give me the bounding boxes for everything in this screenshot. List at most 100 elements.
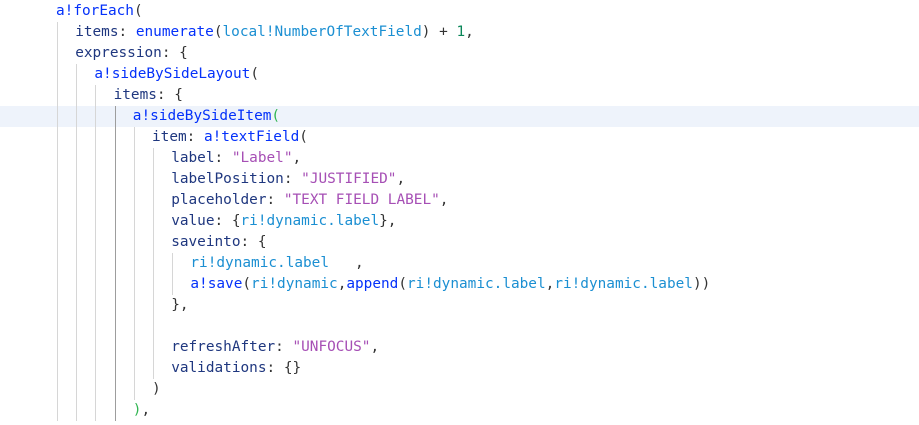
code-line[interactable]: a!save(ri!dynamic,append(ri!dynamic.labe… bbox=[0, 274, 919, 295]
indent-guide bbox=[76, 379, 78, 400]
code-token: a!forEach bbox=[56, 3, 134, 19]
indent-guide bbox=[57, 316, 58, 337]
indent-guide bbox=[114, 337, 116, 358]
code-line[interactable]: label: "Label", bbox=[0, 148, 919, 169]
code-token: ) + bbox=[421, 24, 457, 40]
indent-guide bbox=[133, 169, 135, 190]
indent-guide bbox=[95, 169, 97, 190]
indent-guide bbox=[153, 295, 154, 316]
code-token: ( bbox=[133, 3, 143, 19]
indent-guide bbox=[76, 106, 78, 127]
indent-guide bbox=[57, 232, 58, 253]
indent-guide bbox=[57, 148, 58, 169]
indent-guide bbox=[76, 64, 78, 85]
indent-guide bbox=[57, 22, 58, 43]
indent-guide bbox=[57, 379, 58, 400]
indent-guide bbox=[57, 295, 58, 316]
indent-guide bbox=[172, 253, 174, 274]
code-line[interactable]: items: { bbox=[0, 85, 919, 106]
code-token: a!save bbox=[190, 276, 243, 292]
code-token: : { bbox=[240, 234, 267, 250]
code-token: enumerate bbox=[135, 24, 214, 40]
indent-guide bbox=[172, 274, 174, 295]
code-token: ( bbox=[299, 129, 308, 145]
code-line[interactable]: ), bbox=[0, 400, 919, 421]
code-line[interactable] bbox=[0, 316, 919, 337]
indent-guide bbox=[153, 211, 154, 232]
code-token: a!sideBySideItem bbox=[132, 108, 272, 124]
code-line[interactable]: a!forEach( bbox=[0, 1, 919, 22]
code-editor[interactable]: a!forEach(items: enumerate(local!NumberO… bbox=[0, 0, 919, 425]
code-token: expression bbox=[75, 45, 162, 61]
code-line[interactable]: item: a!textField( bbox=[0, 127, 919, 148]
code-text: ) bbox=[152, 379, 161, 400]
code-token: , bbox=[141, 402, 151, 418]
code-token: a!textField bbox=[203, 129, 300, 145]
code-text: item: a!textField( bbox=[152, 127, 308, 148]
code-token: , bbox=[370, 339, 380, 355]
code-token: "Label" bbox=[231, 150, 293, 166]
code-token: : { bbox=[161, 45, 188, 61]
code-line[interactable]: a!sideBySideLayout( bbox=[0, 64, 919, 85]
indent-guide bbox=[95, 211, 97, 232]
code-line[interactable]: validations: {} bbox=[0, 358, 919, 379]
indent-guide bbox=[153, 274, 154, 295]
indent-guide bbox=[95, 253, 97, 274]
indent-guide bbox=[133, 148, 135, 169]
code-text: labelPosition: "JUSTIFIED", bbox=[171, 169, 405, 190]
code-token: placeholder bbox=[171, 192, 267, 208]
code-line[interactable]: placeholder: "TEXT FIELD LABEL", bbox=[0, 190, 919, 211]
indent-guide bbox=[95, 127, 97, 148]
code-token: a!sideBySideLayout bbox=[94, 66, 251, 82]
code-text: label: "Label", bbox=[171, 148, 301, 169]
code-line[interactable]: refreshAfter: "UNFOCUS", bbox=[0, 337, 919, 358]
indent-guide bbox=[153, 169, 154, 190]
indent-guide bbox=[114, 316, 116, 337]
code-token: ri!dynamic bbox=[251, 276, 338, 292]
code-token: "TEXT FIELD LABEL" bbox=[283, 192, 440, 208]
indent-guide bbox=[133, 190, 135, 211]
code-token: ri!dynamic.label bbox=[240, 213, 380, 229]
indent-guide bbox=[133, 358, 135, 379]
indent-guide bbox=[114, 358, 116, 379]
code-token: , bbox=[292, 150, 302, 166]
code-line[interactable]: }, bbox=[0, 295, 919, 316]
indent-guide bbox=[57, 43, 58, 64]
indent-guide bbox=[114, 274, 116, 295]
indent-guide bbox=[114, 106, 116, 127]
code-text: a!sideBySideLayout( bbox=[94, 64, 259, 85]
code-token: , bbox=[396, 171, 406, 187]
code-line[interactable]: value: {ri!dynamic.label}, bbox=[0, 211, 919, 232]
indent-guide bbox=[76, 337, 78, 358]
code-token: : bbox=[266, 192, 284, 208]
indent-guide bbox=[95, 337, 97, 358]
indent-guide bbox=[153, 190, 154, 211]
code-line[interactable]: expression: { bbox=[0, 43, 919, 64]
indent-guide bbox=[133, 316, 135, 337]
code-line[interactable]: labelPosition: "JUSTIFIED", bbox=[0, 169, 919, 190]
indent-guide bbox=[114, 211, 116, 232]
code-token: ri!dynamic.label bbox=[190, 255, 330, 271]
indent-guide bbox=[95, 400, 97, 421]
indent-guide bbox=[114, 148, 116, 169]
indent-guide bbox=[114, 400, 116, 421]
indent-guide bbox=[95, 358, 97, 379]
indent-guide bbox=[133, 253, 135, 274]
code-line[interactable]: ri!dynamic.label , bbox=[0, 253, 919, 274]
code-line[interactable]: a!sideBySideItem( bbox=[0, 106, 919, 127]
indent-guide bbox=[76, 85, 78, 106]
code-line[interactable]: ) bbox=[0, 379, 919, 400]
indent-guide bbox=[57, 337, 58, 358]
code-line[interactable]: saveinto: { bbox=[0, 232, 919, 253]
indent-guide bbox=[57, 85, 58, 106]
indent-guide bbox=[57, 127, 58, 148]
indent-guide bbox=[95, 274, 97, 295]
code-token: : { bbox=[214, 213, 241, 229]
code-token: )) bbox=[692, 276, 711, 292]
code-token: ( bbox=[213, 24, 223, 40]
code-line[interactable]: items: enumerate(local!NumberOfTextField… bbox=[0, 22, 919, 43]
indent-guide bbox=[153, 253, 154, 274]
code-token: "UNFOCUS" bbox=[292, 339, 371, 355]
code-text: items: enumerate(local!NumberOfTextField… bbox=[75, 22, 474, 43]
code-token: ) bbox=[152, 381, 161, 397]
